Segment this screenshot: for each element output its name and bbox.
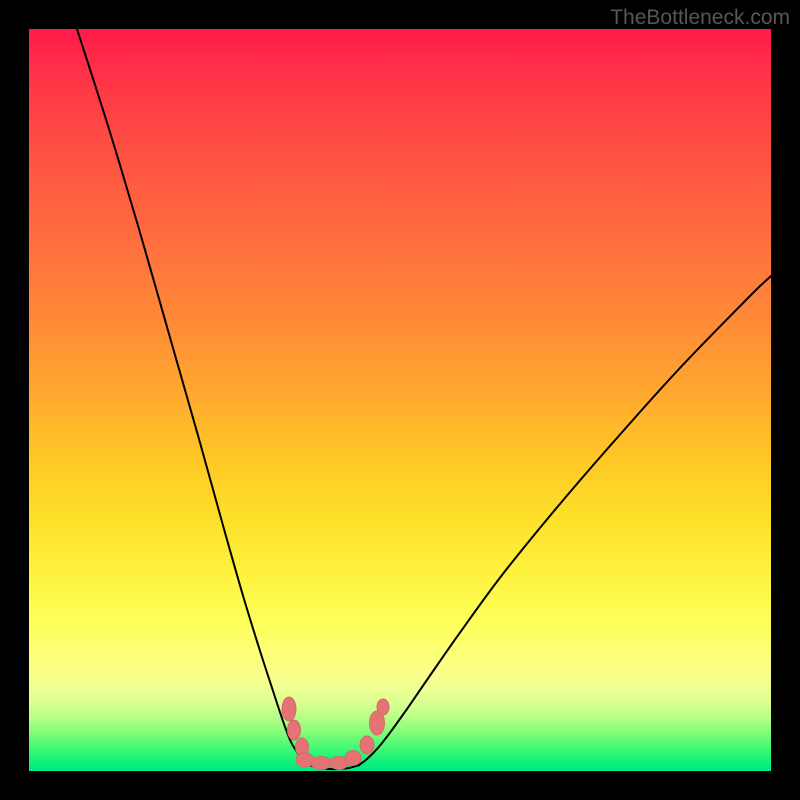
valley-marker <box>330 757 348 770</box>
valley-markers <box>282 697 389 770</box>
valley-marker <box>311 757 331 770</box>
valley-marker <box>296 753 314 767</box>
valley-marker <box>288 720 301 740</box>
plot-area <box>29 29 771 771</box>
valley-marker <box>360 736 374 754</box>
valley-marker <box>377 699 389 715</box>
watermark-text: TheBottleneck.com <box>610 6 790 30</box>
valley-marker <box>345 751 361 766</box>
valley-marker <box>370 711 385 735</box>
valley-marker <box>296 738 309 756</box>
valley-marker <box>282 697 296 721</box>
bottleneck-curve <box>77 29 771 769</box>
chart-frame: TheBottleneck.com <box>0 0 800 800</box>
curve-layer <box>29 29 771 771</box>
